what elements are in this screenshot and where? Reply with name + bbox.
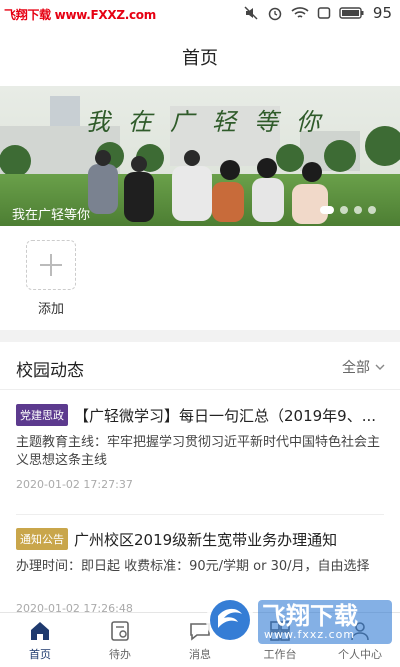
tab-home[interactable]: 首页	[0, 613, 80, 667]
news-item-time: 2020-01-02 17:27:37	[16, 478, 133, 491]
news-tag: 通知公告	[16, 528, 68, 550]
news-item[interactable]: 党建思政 【广轻微学习】每日一句汇总（2019年9、... 主题教育主线：牢牢把…	[16, 402, 384, 491]
banner-slogan: 我在广轻等你	[86, 108, 338, 136]
banner-carousel[interactable]: 我在广轻等你 我在广轻等你	[0, 86, 400, 226]
news-filter-label: 全部	[342, 360, 370, 376]
news-tag: 党建思政	[16, 404, 68, 426]
status-bar: 飞翔下载 www.FXXZ.com 95	[0, 0, 400, 28]
carousel-dot	[368, 206, 376, 214]
chevron-down-icon	[375, 364, 385, 370]
watermark-brand: 飞翔下载	[262, 602, 358, 630]
campus-news-panel: 校园动态 全部 党建思政 【广轻微学习】每日一句汇总（2019年9、... 主题…	[0, 342, 400, 612]
alarm-icon	[268, 7, 282, 21]
news-filter-dropdown[interactable]: 全部	[342, 357, 386, 377]
screen-icon	[317, 7, 331, 19]
battery-icon	[339, 7, 364, 19]
status-icons: 95	[243, 4, 392, 22]
add-shortcut-button[interactable]	[26, 240, 76, 290]
wifi-icon	[291, 7, 309, 18]
todo-icon	[111, 621, 129, 641]
carousel-indicator	[320, 206, 376, 214]
mute-icon	[244, 6, 258, 20]
carousel-dot	[354, 206, 362, 214]
tab-todo[interactable]: 待办	[80, 613, 160, 667]
watermark-url: www.fxxz.com	[264, 628, 356, 641]
add-shortcut-label: 添加	[37, 302, 64, 317]
news-section-title: 校园动态	[16, 361, 84, 381]
news-header: 校园动态 全部	[0, 342, 400, 390]
nav-bar: 首页	[0, 28, 400, 86]
watermark-text: 飞翔下载 www.FXXZ.com	[4, 8, 156, 22]
shortcut-panel: 添加	[0, 226, 400, 330]
news-item-title: 广州校区2019级新生宽带业务办理通知	[74, 530, 338, 549]
battery-percent: 95	[372, 4, 392, 22]
divider	[16, 514, 384, 515]
news-item-title: 【广轻微学习】每日一句汇总（2019年9、...	[74, 406, 377, 425]
news-item-desc: 办理时间：即日起 收费标准：90元/学期 or 30/月，自由选择	[16, 559, 370, 574]
page-title: 首页	[182, 48, 218, 69]
carousel-dot	[320, 206, 334, 214]
news-item-desc: 主题教育主线：牢牢把握学习贯彻习近平新时代中国特色社会主义思想这条主线	[16, 435, 381, 468]
banner-caption: 我在广轻等你	[12, 208, 91, 223]
tab-label: 待办	[109, 648, 131, 661]
home-icon	[31, 622, 49, 640]
tab-label: 首页	[29, 648, 51, 661]
carousel-dot	[340, 206, 348, 214]
plus-icon	[40, 254, 62, 276]
